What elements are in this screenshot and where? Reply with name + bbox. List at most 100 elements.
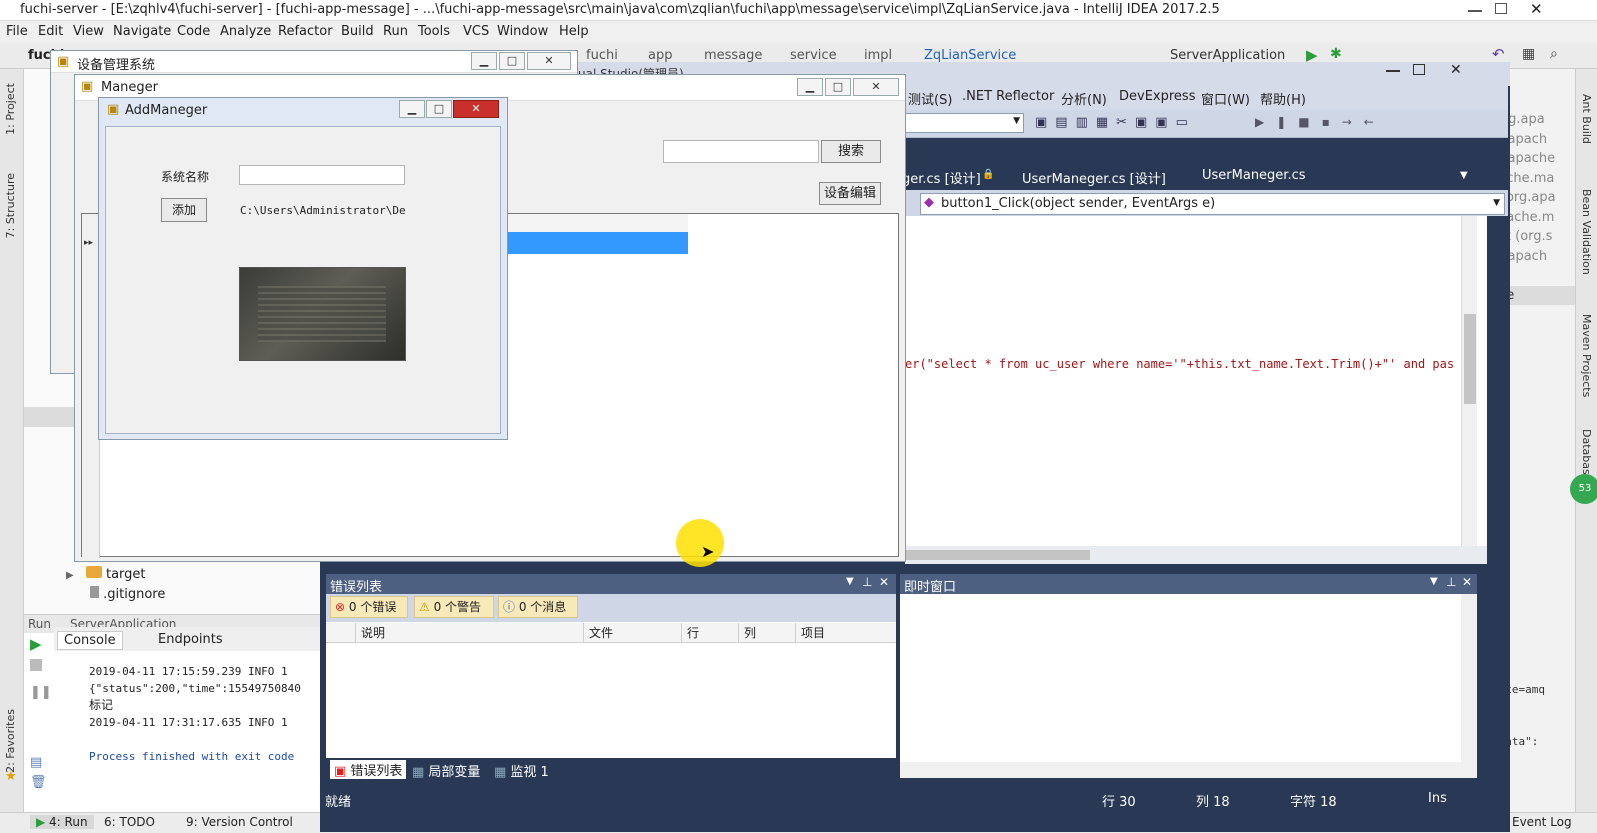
nav-crumb-service[interactable]: service bbox=[790, 48, 837, 63]
vs-menu-analyze[interactable]: 分析(N) bbox=[1061, 89, 1107, 108]
minimize-icon[interactable] bbox=[1468, 10, 1482, 12]
tree-item-gitignore[interactable]: .gitignore bbox=[90, 586, 165, 602]
nav-crumb-fuchi[interactable]: fuchi bbox=[586, 48, 618, 63]
close-icon[interactable]: ✕ bbox=[1462, 575, 1472, 589]
col-project[interactable]: 项目 bbox=[796, 623, 896, 643]
search-icon[interactable]: ⌕ bbox=[1550, 46, 1558, 62]
tab-code-usermaneger[interactable]: UserManeger.cs bbox=[1202, 168, 1306, 183]
vs-toolbar-icons[interactable]: ▣▤▥▦✂▣▣▭ bbox=[1035, 115, 1196, 130]
nav-crumb-impl[interactable]: impl bbox=[864, 48, 892, 63]
maximize-button[interactable]: □ bbox=[499, 52, 525, 70]
nav-crumb-class[interactable]: ZqLianService bbox=[924, 48, 1016, 63]
close-button[interactable]: ✕ bbox=[853, 78, 899, 96]
maximize-button[interactable]: □ bbox=[426, 100, 452, 118]
tab-console[interactable]: Console bbox=[57, 631, 123, 650]
bottom-tab-watch[interactable]: ▦ 监视 1 bbox=[494, 761, 549, 780]
menu-view[interactable]: View bbox=[73, 24, 104, 39]
tool-bean-validation[interactable]: Bean Validation bbox=[1580, 189, 1593, 275]
vs-menu-devexpress[interactable]: DevExpress bbox=[1119, 89, 1195, 104]
tool-ant-build[interactable]: Ant Build bbox=[1580, 94, 1593, 144]
undo-icon[interactable]: ↶ bbox=[1492, 45, 1505, 63]
close-button[interactable]: ✕ bbox=[527, 52, 571, 70]
editor-vscroll[interactable] bbox=[1461, 216, 1477, 546]
tab-designer-usermaneger[interactable]: UserManeger.cs [设计] bbox=[1022, 168, 1166, 187]
method-combo[interactable]: ◆ button1_Click(object sender, EventArgs… bbox=[920, 193, 1505, 215]
menu-tools[interactable]: Tools bbox=[418, 24, 450, 39]
code-editor[interactable]: er("select * from uc_user where name='"+… bbox=[905, 216, 1487, 546]
col-icon[interactable] bbox=[326, 623, 356, 643]
device-edit-button[interactable]: 设备编辑 bbox=[819, 182, 881, 205]
menu-analyze[interactable]: Analyze bbox=[220, 24, 271, 39]
menu-run[interactable]: Run bbox=[383, 24, 408, 39]
maximize-icon[interactable] bbox=[1495, 3, 1507, 14]
nav-crumb-message[interactable]: message bbox=[704, 48, 762, 63]
col-column[interactable]: 列 bbox=[739, 623, 796, 643]
pin-icon[interactable]: ⊥ bbox=[862, 575, 872, 589]
close-button[interactable]: ✕ bbox=[453, 100, 499, 118]
editor-hscroll[interactable] bbox=[905, 546, 1487, 564]
pane-menu-icon[interactable]: ▼ bbox=[846, 576, 854, 587]
vs-maximize-icon[interactable] bbox=[1413, 64, 1425, 75]
pause-icon[interactable]: ❚❚ bbox=[30, 685, 52, 700]
immediate-vscroll[interactable] bbox=[1461, 594, 1477, 778]
tree-item-target[interactable]: ▶ target bbox=[66, 566, 146, 582]
bottom-tab-event-log[interactable]: Event Log bbox=[1512, 815, 1572, 829]
minimize-button[interactable]: ▁ bbox=[471, 52, 497, 70]
run-config-selector[interactable]: ServerApplication bbox=[1170, 48, 1285, 63]
minimize-button[interactable]: ▁ bbox=[797, 78, 823, 96]
menu-build[interactable]: Build bbox=[341, 24, 374, 39]
search-input[interactable] bbox=[663, 140, 819, 163]
debug-icon[interactable]: ✱ bbox=[1330, 46, 1342, 62]
vs-close-icon[interactable]: ✕ bbox=[1450, 62, 1462, 78]
menu-edit[interactable]: Edit bbox=[38, 24, 63, 39]
vs-menu-window[interactable]: 窗口(W) bbox=[1201, 89, 1250, 108]
bottom-tab-locals[interactable]: ▦ 局部变量 bbox=[412, 761, 480, 780]
immediate-hscroll[interactable] bbox=[900, 762, 1462, 778]
vs-minimize-icon[interactable] bbox=[1386, 70, 1400, 72]
tool-maven-projects[interactable]: Maven Projects bbox=[1580, 314, 1593, 397]
vs-config-dropdown[interactable]: ▼ bbox=[904, 113, 1024, 133]
search-button[interactable]: 搜索 bbox=[821, 140, 881, 163]
messages-filter[interactable]: ⓘ 0 个消息 bbox=[498, 596, 578, 618]
tab-designer-1[interactable]: ger.cs [设计] bbox=[902, 168, 981, 187]
pane-menu-icon[interactable]: ▼ bbox=[1430, 576, 1438, 587]
stop-icon[interactable] bbox=[30, 659, 42, 671]
add-button[interactable]: 添加 bbox=[161, 198, 207, 222]
menu-vcs[interactable]: VCS bbox=[463, 24, 489, 39]
maximize-button[interactable]: □ bbox=[825, 78, 851, 96]
vs-menu-help[interactable]: 帮助(H) bbox=[1260, 89, 1306, 108]
col-description[interactable]: 说明 bbox=[356, 623, 584, 643]
structure-icon[interactable]: ▦ bbox=[1522, 46, 1535, 62]
bottom-tab-todo[interactable]: 6: TODO bbox=[104, 815, 155, 829]
errors-filter[interactable]: ⊗ 0 个错误 bbox=[330, 596, 408, 618]
tab-overflow-icon[interactable]: ▼ bbox=[1460, 170, 1468, 181]
menu-navigate[interactable]: Navigate bbox=[113, 24, 171, 39]
vs-debug-icons[interactable]: ▶❚■▪→← bbox=[1255, 115, 1386, 129]
menu-file[interactable]: File bbox=[6, 24, 28, 39]
warnings-filter[interactable]: ⚠ 0 个警告 bbox=[414, 596, 494, 618]
trash-icon[interactable]: 🗑 bbox=[30, 775, 47, 790]
system-name-input[interactable] bbox=[239, 165, 405, 185]
bottom-tab-vcs[interactable]: 9: Version Control bbox=[186, 815, 293, 829]
tool-structure[interactable]: 7: Structure bbox=[4, 173, 17, 238]
close-icon[interactable]: ✕ bbox=[879, 575, 889, 589]
scroll-thumb[interactable] bbox=[1464, 314, 1476, 404]
tool-favorites[interactable]: 2: Favorites bbox=[4, 709, 17, 773]
close-icon[interactable]: ✕ bbox=[1530, 0, 1543, 18]
tool-project[interactable]: 1: Project bbox=[4, 83, 17, 135]
tab-endpoints[interactable]: Endpoints bbox=[152, 631, 229, 648]
pin-icon[interactable]: ⊥ bbox=[1446, 575, 1456, 589]
vs-menu-reflector[interactable]: .NET Reflector bbox=[962, 89, 1054, 104]
nav-crumb-app[interactable]: app bbox=[648, 48, 672, 63]
menu-help[interactable]: Help bbox=[559, 24, 589, 39]
vs-menu-test[interactable]: 测试(S) bbox=[908, 89, 952, 108]
hscroll-thumb[interactable] bbox=[905, 550, 1090, 560]
print-icon[interactable]: ▤ bbox=[30, 755, 42, 770]
bottom-tab-error-list[interactable]: ▣ 错误列表 bbox=[330, 760, 407, 779]
bottom-tab-run[interactable]: ▶ 4: Run bbox=[30, 815, 94, 829]
col-file[interactable]: 文件 bbox=[584, 623, 682, 643]
menu-refactor[interactable]: Refactor bbox=[278, 24, 333, 39]
col-line[interactable]: 行 bbox=[682, 623, 739, 643]
menu-code[interactable]: Code bbox=[177, 24, 210, 39]
menu-window[interactable]: Window bbox=[497, 24, 548, 39]
